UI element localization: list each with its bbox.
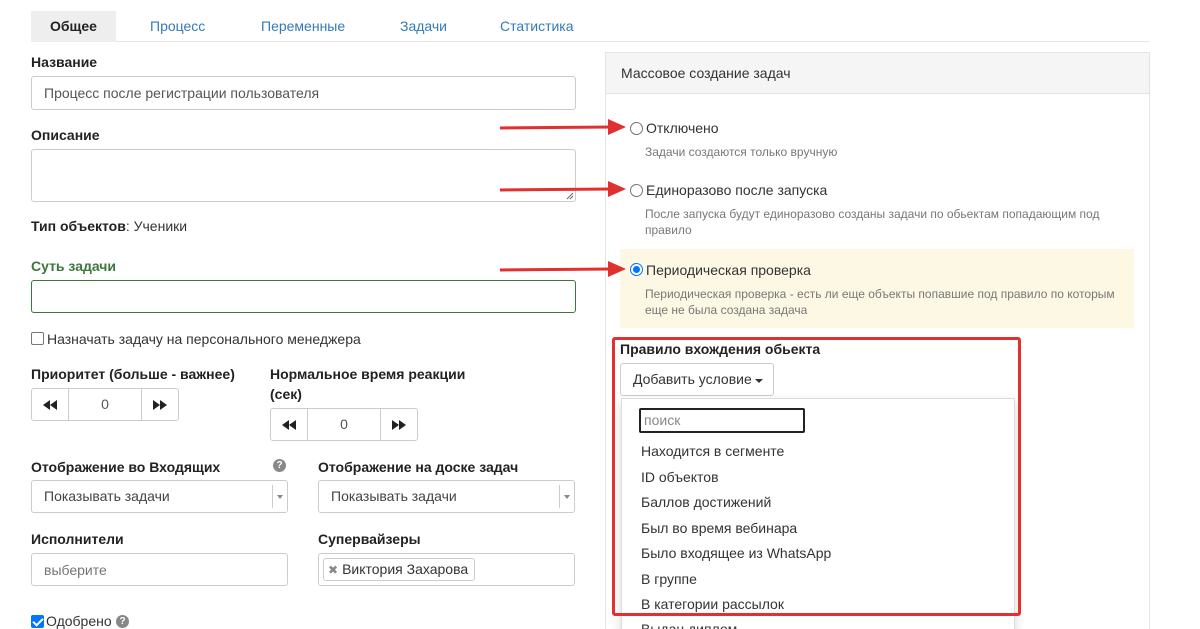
object-type-row: Тип объектов: Ученики — [31, 218, 187, 234]
inbox-display-value: Показывать задачи — [44, 488, 170, 504]
tab-tasks[interactable]: Задачи — [381, 11, 466, 42]
radio-disabled[interactable] — [630, 122, 643, 135]
condition-item[interactable]: Выдан диплом — [641, 621, 737, 629]
approved-label: Одобрено — [46, 613, 112, 629]
task-essence-input[interactable] — [31, 280, 576, 313]
tab-variables[interactable]: Переменные — [242, 11, 364, 42]
name-label: Название — [31, 54, 98, 70]
double-left-arrow-icon — [282, 419, 296, 430]
supervisors-input[interactable]: ✖ Виктория Захарова — [318, 553, 575, 586]
annotation-red-box — [612, 337, 1021, 616]
radio-once-help-line2: правило — [645, 223, 692, 237]
board-display-label: Отображение на доске задач — [318, 459, 519, 475]
double-right-arrow-icon — [392, 419, 406, 430]
radio-periodic[interactable] — [630, 263, 643, 276]
supervisor-tag: ✖ Виктория Захарова — [323, 558, 476, 581]
question-circle-icon[interactable]: ? — [116, 615, 129, 628]
priority-value[interactable]: 0 — [69, 389, 141, 420]
description-label: Описание — [31, 127, 100, 143]
board-display-value: Показывать задачи — [331, 488, 457, 504]
radio-once-help-line1: После запуска будут единоразово созданы … — [645, 207, 1100, 221]
reaction-decrease-button[interactable] — [271, 409, 308, 440]
radio-disabled-label[interactable]: Отключено — [646, 120, 719, 136]
priority-increase-button[interactable] — [141, 389, 178, 420]
board-display-select[interactable]: Показывать задачи — [318, 480, 575, 513]
double-left-arrow-icon — [43, 399, 57, 410]
chevron-down-icon — [559, 485, 574, 508]
task-essence-label: Суть задачи — [31, 258, 117, 274]
supervisors-label: Супервайзеры — [318, 531, 421, 547]
panel-title: Массовое создание задач — [606, 53, 1149, 94]
radio-once-label[interactable]: Единоразово после запуска — [646, 182, 827, 198]
remove-tag-icon[interactable]: ✖ — [328, 563, 338, 577]
radio-once[interactable] — [630, 184, 643, 197]
reaction-time-value[interactable]: 0 — [308, 409, 380, 440]
executors-label: Исполнители — [31, 531, 124, 547]
name-input[interactable] — [31, 76, 576, 110]
radio-periodic-label[interactable]: Периодическая проверка — [646, 262, 811, 278]
description-textarea[interactable] — [31, 149, 576, 202]
inbox-display-select[interactable]: Показывать задачи — [31, 480, 288, 513]
tab-statistics[interactable]: Статистика — [481, 11, 593, 42]
object-type-label: Тип объектов — [31, 218, 126, 234]
tab-general[interactable]: Общее — [31, 11, 116, 42]
reaction-time-label: Нормальное время реакции — [270, 366, 466, 382]
priority-decrease-button[interactable] — [32, 389, 69, 420]
radio-disabled-help: Задачи создаются только вручную — [645, 145, 838, 159]
priority-stepper: 0 — [31, 388, 179, 421]
reaction-time-stepper: 0 — [270, 408, 418, 441]
tab-process[interactable]: Процесс — [131, 11, 224, 42]
reaction-increase-button[interactable] — [380, 409, 417, 440]
annotation-arrow-icon — [499, 125, 613, 130]
supervisor-tag-label: Виктория Захарова — [342, 561, 469, 577]
radio-periodic-help-line1: Периодическая проверка - есть ли еще объ… — [645, 287, 1115, 301]
approved-checkbox[interactable] — [31, 615, 44, 628]
assign-manager-checkbox[interactable] — [31, 332, 44, 345]
double-right-arrow-icon — [153, 399, 167, 410]
radio-periodic-help-line2: еще не была создана задача — [645, 303, 808, 317]
question-circle-icon[interactable]: ? — [273, 459, 286, 472]
tab-bar: Общее Процесс Переменные Задачи Статисти… — [31, 11, 1150, 42]
chevron-down-icon — [272, 485, 287, 508]
resize-grip-icon[interactable] — [566, 192, 574, 200]
priority-label: Приоритет (больше - важнее) — [31, 366, 235, 382]
object-type-value: : Ученики — [125, 218, 188, 234]
executors-input[interactable] — [31, 553, 288, 586]
inbox-display-label: Отображение во Входящих — [31, 459, 221, 475]
assign-manager-label: Назначать задачу на персонального менедж… — [47, 331, 361, 347]
annotation-arrow-icon — [499, 267, 613, 272]
reaction-time-label-unit: (сек) — [270, 386, 302, 402]
